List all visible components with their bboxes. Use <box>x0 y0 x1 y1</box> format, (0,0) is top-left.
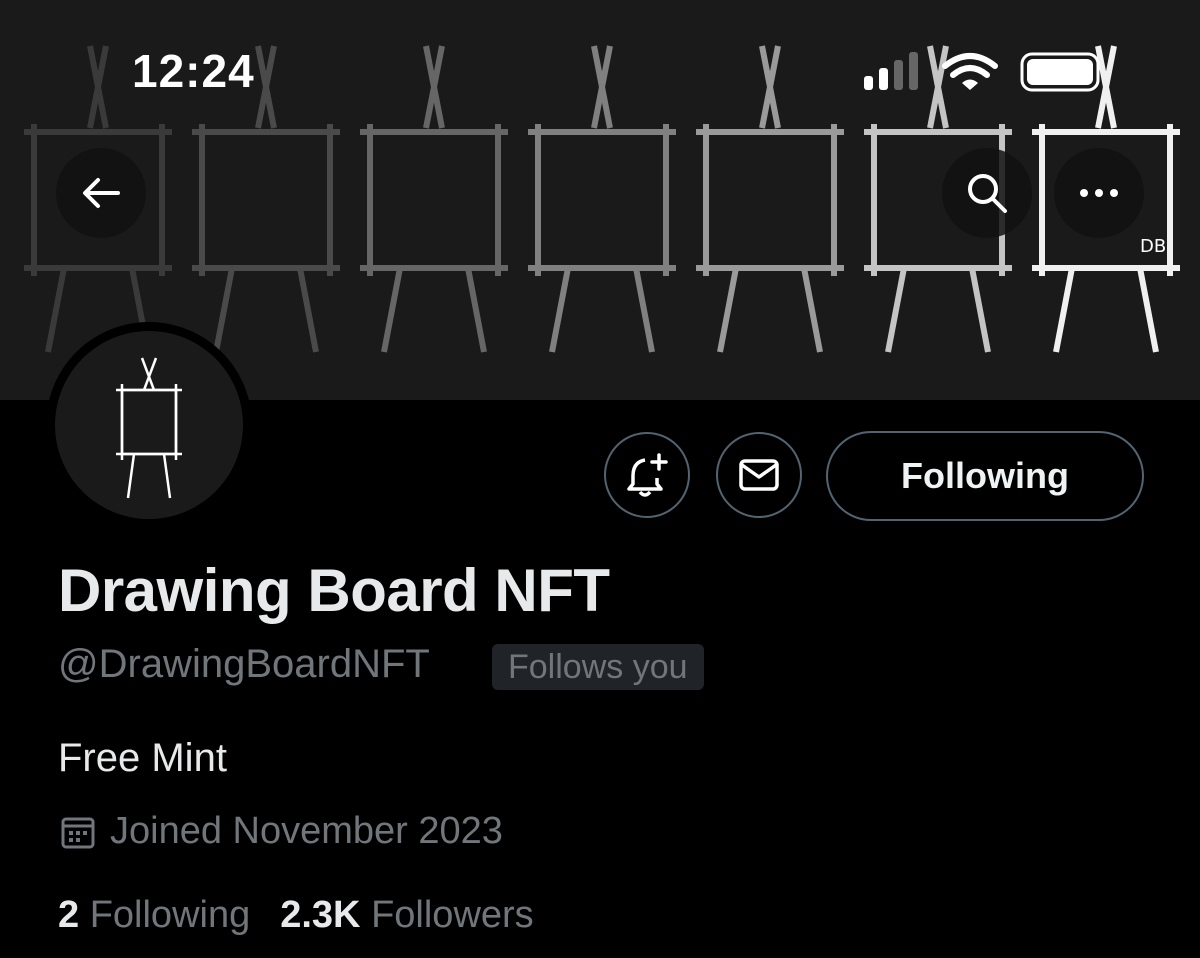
search-icon <box>968 174 1007 213</box>
profile-bio: Free Mint <box>58 736 227 780</box>
notification-bell-add-icon <box>627 453 668 497</box>
banner-easel <box>528 45 676 353</box>
more-icon <box>1080 189 1118 197</box>
following-stat[interactable]: 2 Following <box>58 894 250 937</box>
profile-handle: @DrawingBoardNFT <box>58 642 430 686</box>
follow-stats: 2 Following 2.3K Followers <box>58 894 564 937</box>
calendar-icon <box>61 817 95 848</box>
joined-text: Joined November 2023 <box>110 810 503 852</box>
search-button[interactable] <box>942 148 1032 238</box>
profile-avatar[interactable] <box>46 322 252 528</box>
follows-you-badge: Follows you <box>492 644 704 690</box>
following-count: 2 <box>58 894 80 936</box>
banner-watermark: DB <box>1140 236 1166 257</box>
envelope-icon <box>739 459 779 491</box>
following-label: Following <box>89 894 251 936</box>
followers-stat[interactable]: 2.3K Followers <box>280 894 533 937</box>
followers-count: 2.3K <box>280 894 361 936</box>
banner-easel <box>696 45 844 353</box>
following-button[interactable]: Following <box>826 431 1144 521</box>
joined-date: Joined November 2023 <box>60 810 503 853</box>
back-button[interactable] <box>56 148 146 238</box>
status-icons <box>860 50 1110 99</box>
status-time: 12:24 <box>132 45 255 97</box>
followers-label: Followers <box>371 894 534 936</box>
banner-easel <box>360 45 508 353</box>
message-button[interactable] <box>716 432 802 518</box>
easel-avatar-image <box>116 357 182 499</box>
signal-wifi-battery-icon <box>864 52 1100 92</box>
notify-button[interactable] <box>604 432 690 518</box>
back-arrow-icon <box>83 178 120 208</box>
more-options-button[interactable] <box>1054 148 1144 238</box>
profile-name: Drawing Board NFT <box>58 557 610 624</box>
